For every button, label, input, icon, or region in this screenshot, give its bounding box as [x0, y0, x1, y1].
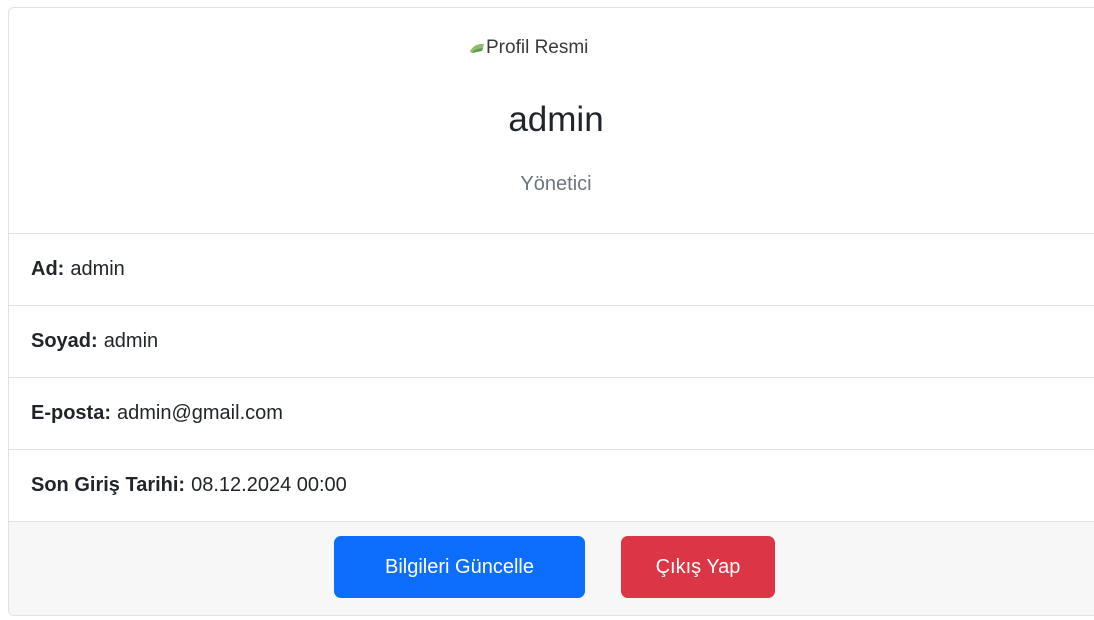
detail-email: E-posta: admin@gmail.com — [9, 378, 1094, 450]
detail-last-name: Soyad: admin — [9, 306, 1094, 378]
profile-details-list: Ad: admin Soyad: admin E-posta: admin@gm… — [9, 234, 1094, 522]
detail-label: E-posta: — [31, 402, 111, 424]
detail-label: Son Giriş Tarihi: — [31, 474, 186, 496]
detail-last-login: Son Giriş Tarihi: 08.12.2024 00:00 — [9, 450, 1094, 522]
update-info-button[interactable]: Bilgileri Güncelle — [334, 536, 585, 598]
detail-label: Soyad: — [31, 330, 98, 352]
profile-header: Profil Resmi admin Yönetici — [9, 8, 1094, 234]
detail-value: admin — [103, 330, 159, 352]
detail-value: admin@gmail.com — [117, 402, 283, 424]
broken-image-icon — [469, 39, 485, 57]
detail-label: Ad: — [31, 258, 65, 280]
profile-role: Yönetici — [520, 173, 592, 195]
profile-card: Profil Resmi admin Yönetici Ad: admin So… — [8, 7, 1094, 616]
profile-image-alt-text: Profil Resmi — [486, 37, 589, 58]
profile-actions: Bilgileri Güncelle Çıkış Yap — [9, 522, 1094, 615]
logout-button[interactable]: Çıkış Yap — [621, 536, 775, 598]
detail-value: admin — [70, 258, 125, 280]
detail-first-name: Ad: admin — [9, 234, 1094, 306]
profile-image: Profil Resmi — [469, 32, 649, 64]
profile-username: admin — [508, 100, 604, 139]
detail-value: 08.12.2024 00:00 — [191, 474, 347, 496]
